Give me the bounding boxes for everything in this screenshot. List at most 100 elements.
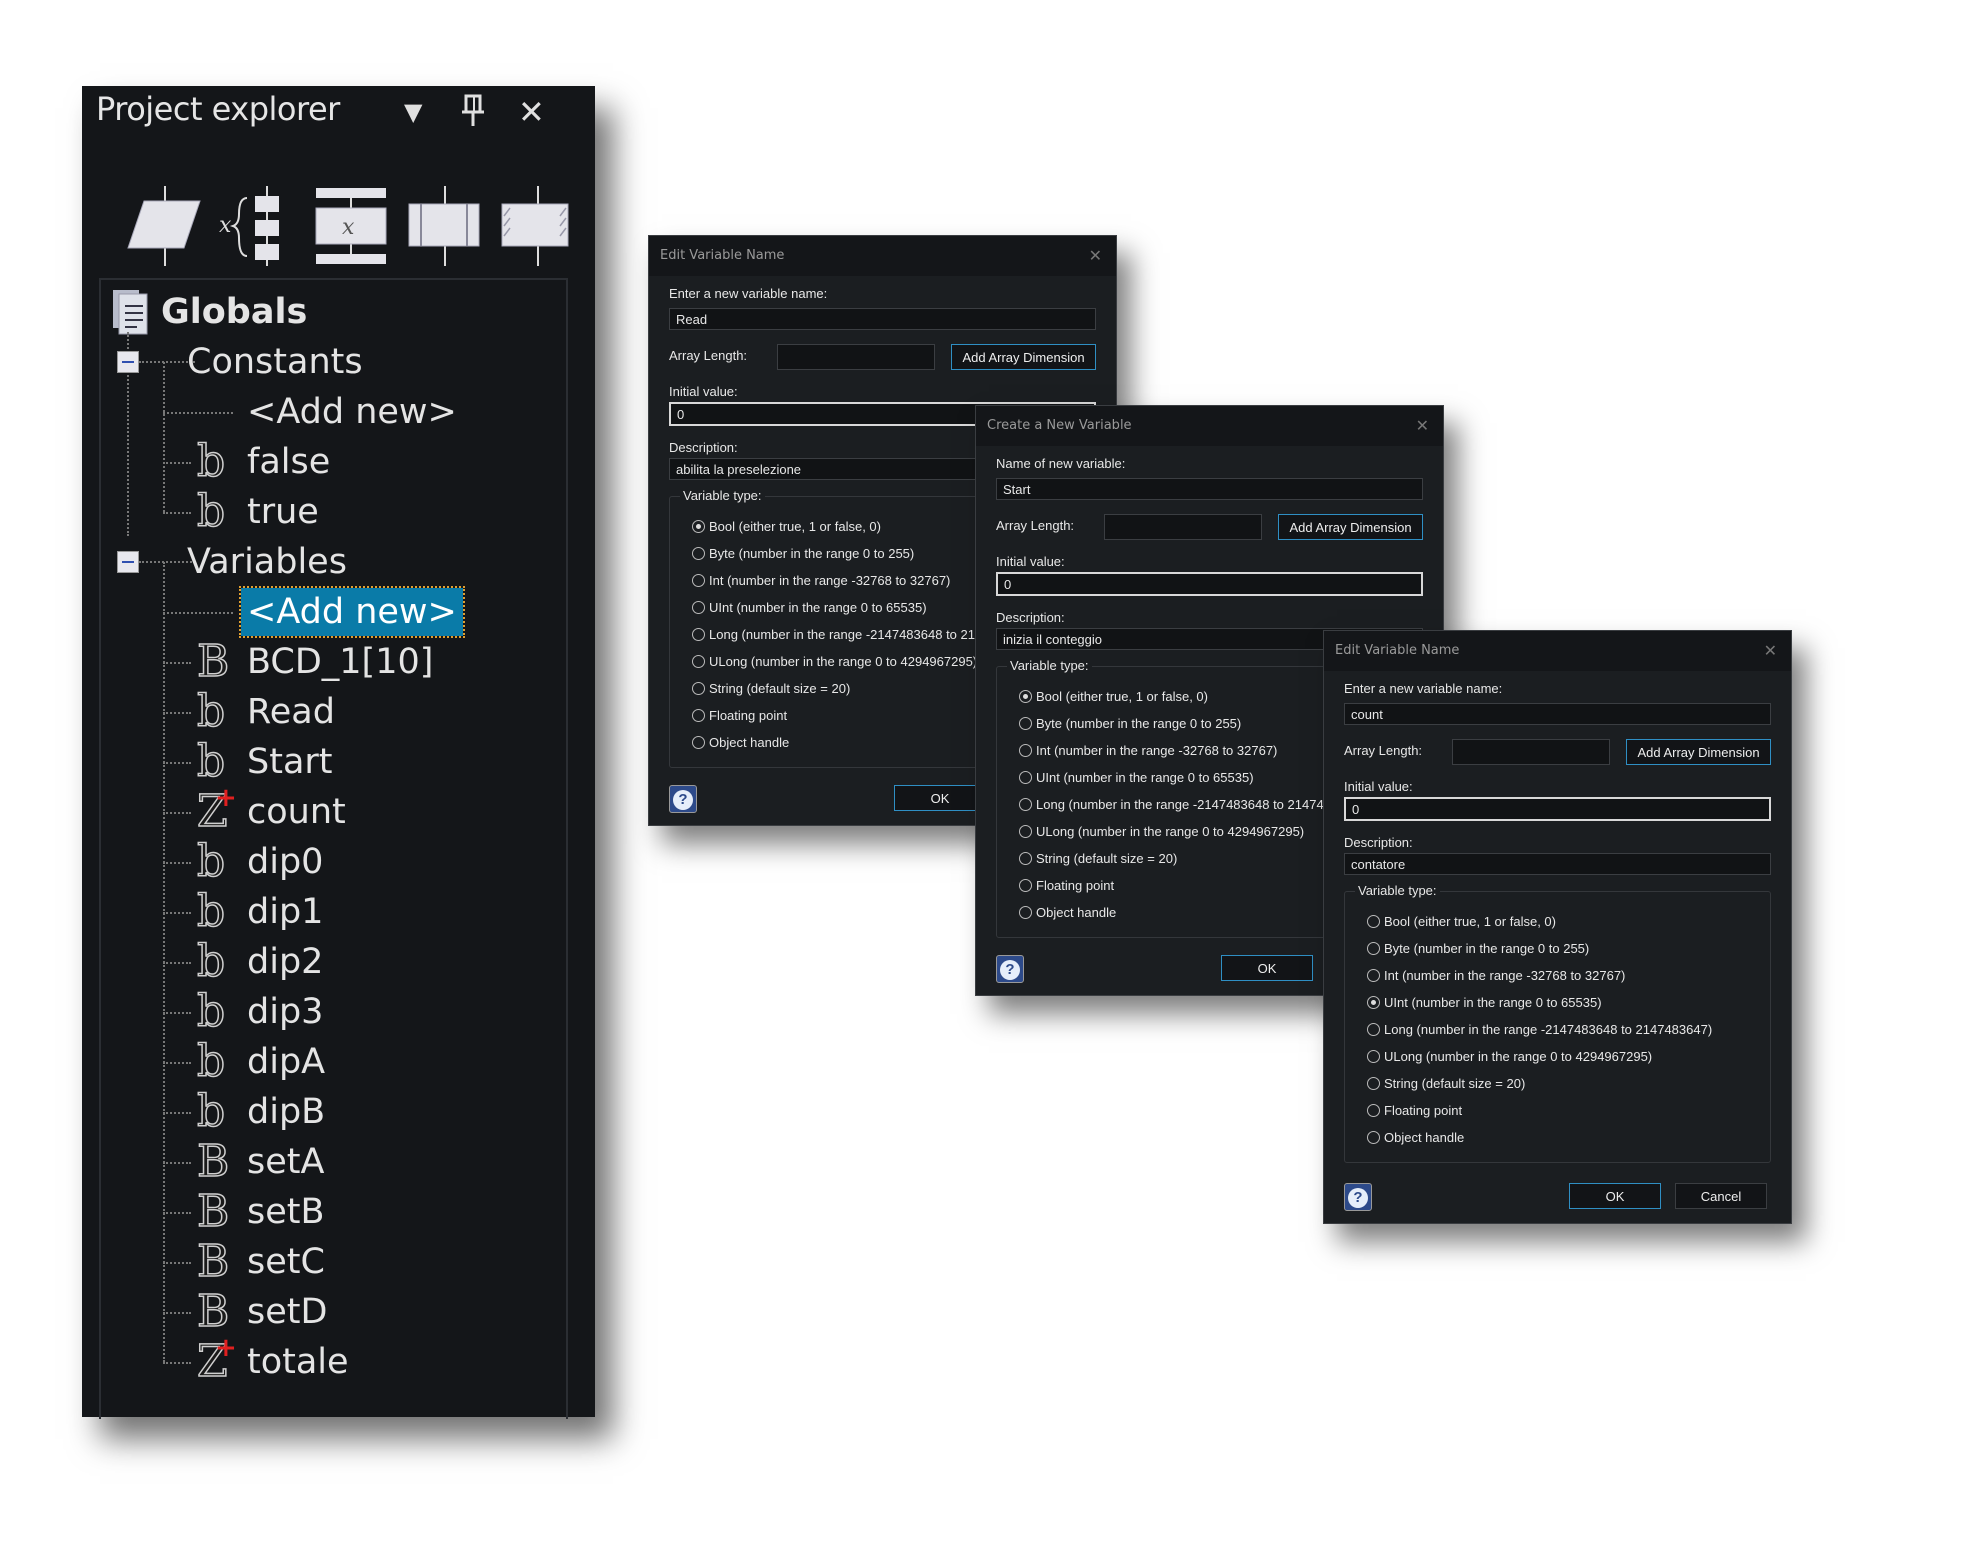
tree-connector: [163, 762, 191, 764]
variable-type-radio[interactable]: Floating point: [1367, 1103, 1462, 1118]
collapse-variables-toggle[interactable]: [117, 551, 139, 573]
globals-tree: Globals Constants <Add new> b false b true Vari…: [99, 278, 568, 1419]
switch-case-icon[interactable]: x: [217, 186, 297, 266]
pin-icon[interactable]: [460, 92, 486, 137]
help-button[interactable]: ?: [669, 785, 697, 813]
radio-label: Int (number in the range -32768 to 32767…: [1384, 968, 1626, 983]
radio-label: String (default size = 20): [1384, 1076, 1526, 1091]
dialog-3: Edit Variable Name ✕ Enter a new variable …: [1323, 630, 1792, 1224]
add-array-dimension-button[interactable]: Add Array Dimension: [1626, 739, 1771, 765]
radio-label: Byte (number in the range 0 to 255): [709, 546, 915, 561]
tree-item-label: BCD_1[10]: [247, 642, 434, 682]
variable-type-radio[interactable]: Long (number in the range -2147483648 to…: [1367, 1022, 1712, 1037]
variable-type-radio[interactable]: String (default size = 20): [692, 681, 850, 696]
variable-type-radio[interactable]: Object handle: [692, 735, 789, 750]
close-icon[interactable]: ✕: [1764, 631, 1777, 671]
tree-item-label: Read: [247, 692, 335, 732]
variable-type-radio[interactable]: Int (number in the range -32768 to 32767…: [1367, 968, 1625, 983]
assignment-block-icon[interactable]: x: [312, 186, 392, 266]
tree-connector: [163, 362, 165, 512]
tree-connector: [163, 1062, 191, 1064]
initial-value-input[interactable]: 0: [996, 572, 1423, 596]
variable-type-radio[interactable]: Long (number in the range -2147483648 to…: [1019, 797, 1364, 812]
variable-type-radio[interactable]: Byte (number in the range 0 to 255): [1367, 941, 1589, 956]
radio-label: Bool (either true, 1 or false, 0): [709, 519, 881, 534]
svg-text:x: x: [342, 215, 355, 240]
radio-circle-icon: [1019, 717, 1032, 730]
variable-type-radio[interactable]: String (default size = 20): [1019, 851, 1177, 866]
add-array-dimension-button[interactable]: Add Array Dimension: [1278, 514, 1423, 540]
radio-circle-icon: [1019, 825, 1032, 838]
ok-button[interactable]: OK: [1221, 955, 1313, 981]
tree-item-label: setB: [247, 1192, 325, 1232]
tree-connector: [163, 812, 191, 814]
close-icon[interactable]: ✕: [1416, 406, 1429, 446]
bool-type-icon: b: [196, 436, 226, 487]
description-input[interactable]: contatore: [1344, 853, 1771, 875]
radio-label: Floating point: [1384, 1103, 1463, 1118]
variable-type-radio[interactable]: Bool (either true, 1 or false, 0): [1367, 914, 1556, 929]
array-length-input[interactable]: [1452, 739, 1610, 765]
close-icon[interactable]: ✕: [518, 92, 545, 132]
ok-button[interactable]: OK: [1569, 1183, 1661, 1209]
project-explorer-panel: Project explorer ▼ ✕ x x Globals Constant…: [82, 86, 595, 1419]
array-length-input[interactable]: [777, 344, 935, 370]
variable-name-input[interactable]: count: [1344, 703, 1771, 725]
byte-type-icon: B: [196, 1186, 230, 1237]
variable-type-radio[interactable]: String (default size = 20): [1367, 1076, 1525, 1091]
variable-type-group: Variable type: Bool (either true, 1 or fa…: [1344, 883, 1771, 1163]
radio-circle-icon: [1367, 942, 1380, 955]
add-array-dimension-button[interactable]: Add Array Dimension: [951, 344, 1096, 370]
radio-label: Int (number in the range -32768 to 32767…: [1036, 743, 1278, 758]
variable-type-radio[interactable]: Int (number in the range -32768 to 32767…: [692, 573, 950, 588]
radio-circle-icon: [1367, 1050, 1380, 1063]
help-button[interactable]: ?: [1344, 1183, 1372, 1211]
variable-type-radio[interactable]: Byte (number in the range 0 to 255): [692, 546, 914, 561]
help-button[interactable]: ?: [996, 955, 1024, 983]
variable-type-radio[interactable]: Int (number in the range -32768 to 32767…: [1019, 743, 1277, 758]
tree-item-label: Start: [247, 742, 333, 782]
dropdown-arrow-icon[interactable]: ▼: [404, 92, 422, 132]
name-label: Name of new variable:: [996, 456, 1126, 471]
variable-type-radio[interactable]: ULong (number in the range 0 to 42949672…: [1019, 824, 1304, 839]
description-label: Description:: [996, 610, 1065, 625]
variable-type-radio[interactable]: Object handle: [1019, 905, 1116, 920]
close-icon[interactable]: ✕: [1089, 236, 1102, 276]
array-length-label: Array Length:: [669, 348, 748, 363]
collapse-constants-toggle[interactable]: [117, 351, 139, 373]
tree-connector: [163, 862, 191, 864]
bool-type-icon: b: [196, 986, 226, 1037]
radio-circle-icon: [692, 682, 705, 695]
parallelogram-block-icon[interactable]: [122, 186, 202, 266]
variable-type-radio[interactable]: ULong (number in the range 0 to 42949672…: [1367, 1049, 1652, 1064]
radio-circle-icon: [1019, 852, 1032, 865]
variable-type-radio[interactable]: UInt (number in the range 0 to 65535): [1019, 770, 1254, 785]
array-length-input[interactable]: [1104, 514, 1262, 540]
radio-circle-icon: [1367, 1104, 1380, 1117]
tree-label: Constants: [187, 342, 363, 382]
tree-connector: [163, 712, 191, 714]
bool-type-icon: b: [196, 486, 226, 537]
variable-type-radio[interactable]: Bool (either true, 1 or false, 0): [1019, 689, 1208, 704]
uint-type-icon: Z +: [196, 1333, 237, 1386]
variable-type-radio[interactable]: UInt (number in the range 0 to 65535): [692, 600, 927, 615]
variable-type-radio[interactable]: Object handle: [1367, 1130, 1464, 1145]
variable-type-radio[interactable]: Floating point: [1019, 878, 1114, 893]
radio-circle-icon: [692, 601, 705, 614]
initial-value-input[interactable]: 0: [1344, 797, 1771, 821]
hatched-block-icon[interactable]: [498, 186, 578, 266]
variable-name-input[interactable]: Start: [996, 478, 1423, 500]
panel-title: Project explorer: [96, 90, 340, 128]
variable-type-radio[interactable]: Floating point: [692, 708, 787, 723]
cancel-button[interactable]: Cancel: [1675, 1183, 1767, 1209]
variable-name-input[interactable]: Read: [669, 308, 1096, 330]
variable-type-radio[interactable]: UInt (number in the range 0 to 65535): [1367, 995, 1602, 1010]
ok-button[interactable]: OK: [894, 785, 986, 811]
variable-type-radio[interactable]: Bool (either true, 1 or false, 0): [692, 519, 881, 534]
tree-item-label: setA: [247, 1142, 325, 1182]
variable-type-radio[interactable]: Byte (number in the range 0 to 255): [1019, 716, 1241, 731]
subroutine-block-icon[interactable]: [405, 186, 485, 266]
variable-type-radio[interactable]: ULong (number in the range 0 to 42949672…: [692, 654, 977, 669]
bool-type-icon: b: [196, 836, 226, 887]
byte-type-icon: B: [196, 1236, 230, 1287]
